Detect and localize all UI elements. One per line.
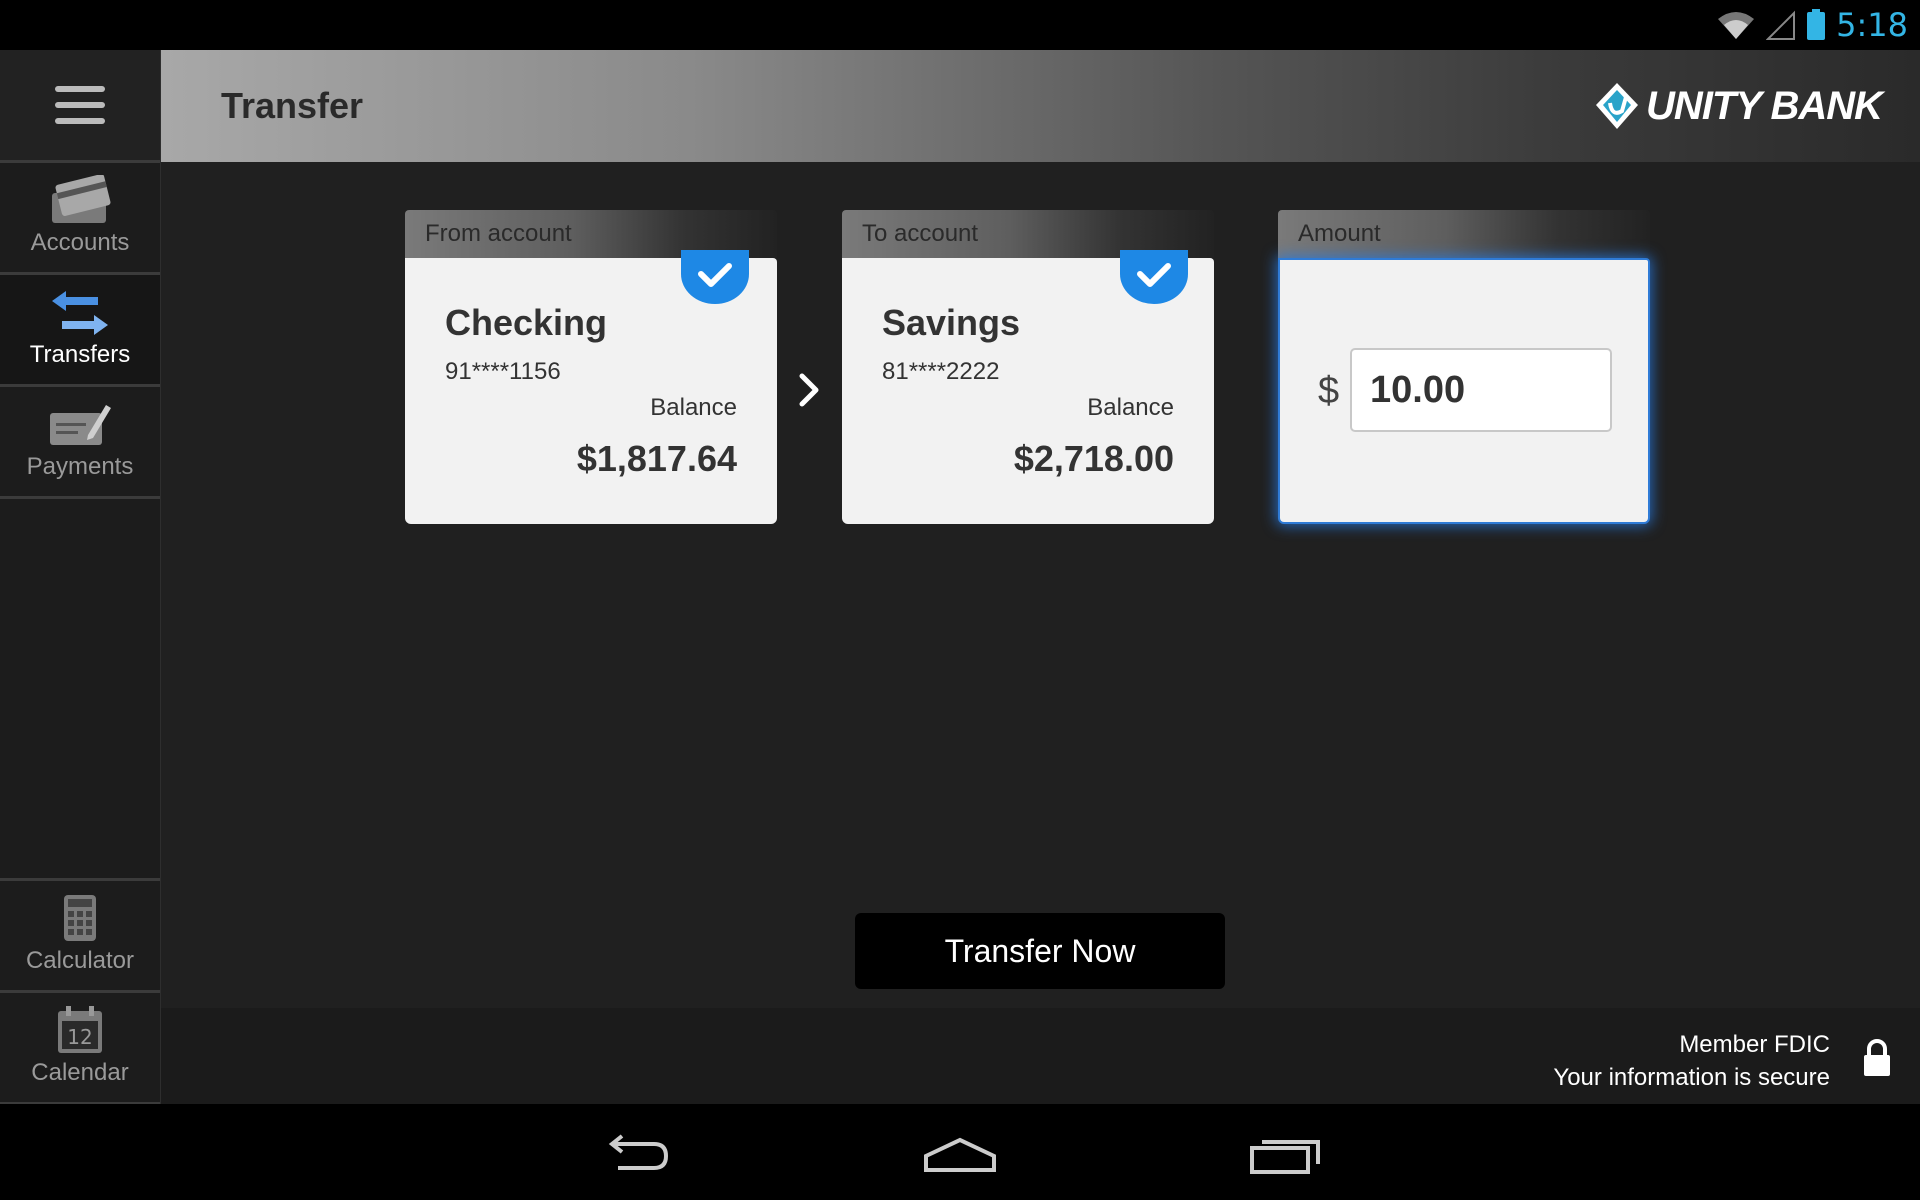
- sidebar-item-calendar[interactable]: 12 Calendar: [0, 993, 160, 1105]
- lock-icon: [1864, 1039, 1890, 1076]
- back-icon: [608, 1134, 669, 1170]
- sidebar-item-accounts[interactable]: Accounts: [0, 163, 160, 275]
- amount-input[interactable]: [1350, 348, 1612, 432]
- back-button[interactable]: [585, 1130, 685, 1178]
- from-balance-value: $1,817.64: [576, 438, 737, 479]
- sidebar-item-transfers[interactable]: Transfers: [0, 275, 160, 387]
- status-clock: 5:18: [1836, 6, 1908, 44]
- sidebar: Accounts Transfers Payments Calculator 1…: [0, 50, 161, 1105]
- to-account-name: Savings: [882, 302, 1021, 343]
- from-balance-label: Balance: [650, 394, 737, 421]
- member-fdic-text: Member FDIC: [1679, 1031, 1830, 1058]
- credit-card-icon: [52, 175, 111, 223]
- security-notice: Member FDIC Your information is secure: [1553, 1028, 1830, 1094]
- secure-info-text: Your information is secure: [1553, 1064, 1830, 1091]
- to-balance-label: Balance: [1087, 394, 1174, 421]
- brand-name: UNITY BANK: [1646, 83, 1883, 129]
- brand-logo: UNITY BANK: [1594, 80, 1883, 132]
- sidebar-item-label: Calendar: [31, 1059, 129, 1086]
- home-button[interactable]: [910, 1130, 1010, 1178]
- brand-name-main: UNITY: [1646, 83, 1761, 128]
- footer: Member FDIC Your information is secure: [161, 1008, 1920, 1104]
- check-pen-icon: [50, 405, 111, 445]
- unity-bank-logo-icon: [1596, 83, 1639, 129]
- to-account-card[interactable]: To account Savings 81****2222 Balance $2…: [842, 210, 1214, 524]
- from-account-name: Checking: [445, 302, 608, 343]
- chevron-right-icon: [799, 373, 819, 407]
- signal-icon: [1766, 10, 1796, 40]
- checkmark-icon: [1120, 250, 1188, 304]
- currency-symbol: $: [1318, 370, 1340, 412]
- to-account-number: 81****2222: [882, 358, 1000, 385]
- menu-button[interactable]: [0, 50, 160, 163]
- sidebar-item-label: Calculator: [25, 947, 135, 974]
- transfer-now-button[interactable]: Transfer Now: [855, 913, 1225, 989]
- sidebar-item-payments[interactable]: Payments: [0, 387, 160, 499]
- status-bar: 5:18: [0, 0, 1920, 50]
- sidebar-item-label: Accounts: [30, 229, 130, 256]
- sidebar-item-label: Payments: [26, 453, 134, 480]
- battery-icon: [1807, 9, 1826, 40]
- status-icons: 5:18: [1716, 6, 1908, 44]
- home-icon: [924, 1137, 996, 1172]
- calendar-icon-date: 12: [67, 1025, 92, 1049]
- transfer-arrows-icon: [52, 291, 108, 335]
- system-navigation-bar: [0, 1104, 1920, 1200]
- recent-apps-icon: [1250, 1140, 1320, 1174]
- from-account-card[interactable]: From account Checking 91****1156 Balance…: [405, 210, 777, 524]
- from-account-number: 91****1156: [445, 358, 561, 385]
- checkmark-icon: [681, 250, 749, 304]
- sidebar-item-label: Transfers: [29, 341, 131, 368]
- amount-body: $: [1278, 258, 1650, 524]
- recent-apps-button[interactable]: [1236, 1130, 1336, 1178]
- sidebar-item-calculator[interactable]: Calculator: [0, 881, 160, 993]
- hamburger-menu-icon: [55, 86, 105, 124]
- brand-name-second: BANK: [1770, 83, 1883, 128]
- calendar-icon: 12: [58, 1006, 102, 1053]
- page-title: Transfer: [221, 85, 364, 126]
- calculator-icon: [64, 895, 96, 941]
- amount-card: Amount $: [1278, 210, 1650, 524]
- wifi-icon: [1718, 12, 1755, 39]
- page-header: Transfer UNITY BANK: [161, 50, 1920, 162]
- to-balance-value: $2,718.00: [1013, 438, 1174, 479]
- amount-tab: Amount: [1278, 210, 1650, 258]
